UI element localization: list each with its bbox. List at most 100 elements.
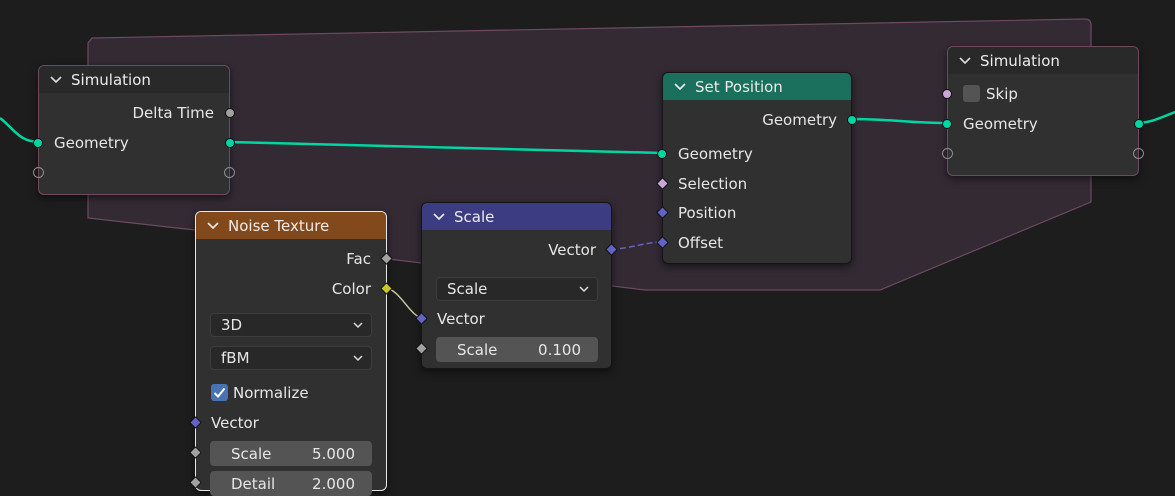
socket-label: Color: [331, 280, 371, 298]
input-scale: Scale 0.100: [415, 336, 611, 362]
scale-field[interactable]: Scale 5.000: [210, 441, 372, 466]
normalize-row: Normalize: [196, 380, 386, 406]
normalize-label: Normalize: [233, 384, 309, 402]
input-vector: Vector: [189, 410, 386, 436]
geometry-input-socket-icon[interactable]: [942, 119, 952, 129]
empty-input-socket-icon[interactable]: [33, 167, 44, 178]
set-position-header[interactable]: Set Position: [663, 73, 851, 100]
geometry-row: Geometry: [33, 130, 235, 156]
detail-field[interactable]: Detail 2.000: [210, 471, 372, 496]
input-geometry: Geometry: [657, 141, 851, 167]
dropdown-value: 3D: [221, 316, 243, 334]
float-socket-icon[interactable]: [415, 342, 428, 355]
noise-texture-node[interactable]: Noise Texture Fac Color 3D fBM Normalize…: [189, 211, 393, 496]
float-socket-icon[interactable]: [189, 446, 202, 459]
chevron-down-icon: [353, 322, 363, 329]
chevron-down-icon: [579, 286, 589, 293]
socket-label: Fac: [346, 250, 371, 268]
vector-socket-icon[interactable]: [656, 206, 669, 219]
skip-checkbox[interactable]: [963, 85, 980, 102]
vector-socket-icon[interactable]: [656, 236, 669, 249]
input-selection: Selection: [656, 171, 851, 197]
scale-header[interactable]: Scale: [422, 203, 611, 230]
socket-label: Geometry: [54, 134, 129, 152]
field-label: Scale: [231, 444, 272, 463]
simulation-input-header[interactable]: Simulation: [39, 66, 229, 93]
geometry-row: Geometry: [942, 111, 1144, 137]
float-socket-icon[interactable]: [225, 108, 235, 118]
noise-type-dropdown[interactable]: fBM: [210, 346, 372, 370]
float-socket-icon[interactable]: [189, 476, 202, 489]
field-label: Detail: [231, 474, 276, 493]
boolean-socket-icon[interactable]: [942, 89, 952, 99]
vector-socket-icon[interactable]: [415, 312, 428, 325]
simulation-output-header[interactable]: Simulation: [948, 47, 1138, 74]
field-value: 5.000: [312, 444, 355, 463]
output-delta-time: Delta Time: [39, 100, 235, 126]
geometry-input-socket-icon[interactable]: [33, 138, 43, 148]
wire-geometry-left: [0, 117, 40, 144]
geometry-input-socket-icon[interactable]: [657, 149, 667, 159]
node-title: Scale: [454, 207, 495, 226]
input-vector: Vector: [415, 306, 611, 332]
output-geometry: Geometry: [663, 107, 857, 133]
output-vector: Vector: [422, 237, 618, 263]
socket-label: Position: [678, 204, 737, 222]
vector-math-scale-node[interactable]: Scale Vector Scale Vector Scale 0.100: [415, 202, 618, 369]
wire-geometry-setpos-to-sim: [851, 117, 949, 125]
float-socket-icon[interactable]: [380, 252, 393, 265]
dropdown-value: fBM: [221, 349, 250, 367]
socket-label: Vector: [211, 414, 259, 432]
input-detail: Detail 2.000: [189, 470, 386, 496]
geometry-output-socket-icon[interactable]: [1134, 119, 1144, 129]
geometry-output-socket-icon[interactable]: [225, 138, 235, 148]
dropdown-value: Scale: [447, 280, 488, 298]
noise-texture-header[interactable]: Noise Texture: [196, 212, 386, 239]
skip-label: Skip: [986, 85, 1018, 103]
geometry-output-socket-icon[interactable]: [847, 115, 857, 125]
empty-output-socket-icon[interactable]: [224, 167, 235, 178]
input-scale: Scale 5.000: [189, 440, 386, 466]
wire-vector-to-offset: [610, 241, 664, 250]
socket-label: Vector: [437, 310, 485, 328]
wire-geometry-sim-to-setpos: [227, 140, 664, 155]
empty-input-socket-icon[interactable]: [942, 148, 953, 159]
checkmark-icon: [213, 387, 226, 398]
dimension-dropdown[interactable]: 3D: [210, 313, 372, 337]
chevron-down-icon: [353, 355, 363, 362]
output-color: Color: [196, 276, 393, 302]
input-offset: Offset: [656, 230, 851, 256]
set-position-node[interactable]: Set Position Geometry Geometry Selection…: [656, 72, 857, 264]
color-socket-icon[interactable]: [380, 282, 393, 295]
chevron-down-icon[interactable]: [958, 56, 972, 66]
chevron-down-icon[interactable]: [673, 82, 687, 92]
vector-socket-icon[interactable]: [189, 416, 202, 429]
normalize-checkbox[interactable]: [211, 384, 228, 401]
operation-dropdown[interactable]: Scale: [436, 277, 598, 301]
empty-output-socket-icon[interactable]: [1133, 148, 1144, 159]
empty-socket-row: [942, 141, 1144, 167]
node-title: Simulation: [980, 51, 1060, 70]
node-title: Simulation: [71, 70, 151, 89]
field-value: 0.100: [538, 340, 581, 359]
socket-label: Selection: [678, 175, 748, 193]
field-label: Scale: [457, 340, 498, 359]
field-value: 2.000: [312, 474, 355, 493]
socket-label: Geometry: [678, 145, 753, 163]
chevron-down-icon[interactable]: [49, 75, 63, 85]
skip-row: Skip: [942, 81, 1138, 107]
vector-socket-icon[interactable]: [605, 243, 618, 256]
output-fac: Fac: [196, 246, 393, 272]
socket-label: Vector: [548, 241, 596, 259]
simulation-input-node[interactable]: Simulation Delta Time Geometry: [33, 65, 235, 195]
empty-socket-row: [33, 160, 235, 186]
chevron-down-icon[interactable]: [432, 212, 446, 222]
socket-label: Offset: [678, 234, 724, 252]
socket-label: Geometry: [762, 111, 837, 129]
simulation-output-node[interactable]: Simulation Skip Geometry: [942, 46, 1144, 176]
socket-label: Geometry: [963, 115, 1038, 133]
chevron-down-icon[interactable]: [206, 221, 220, 231]
scale-field[interactable]: Scale 0.100: [436, 337, 598, 362]
boolean-socket-icon[interactable]: [656, 177, 669, 190]
node-title: Noise Texture: [228, 216, 330, 235]
